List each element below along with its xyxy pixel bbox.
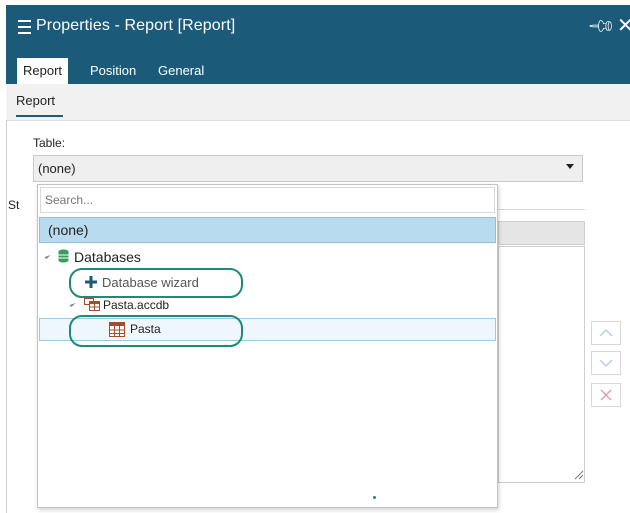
annotation-highlight-wizard bbox=[69, 268, 243, 298]
list-item-none-label: (none) bbox=[48, 222, 89, 238]
move-up-button[interactable] bbox=[591, 321, 621, 345]
subtab-bar: Report bbox=[6, 84, 630, 121]
list-item-none[interactable]: (none) bbox=[39, 217, 496, 243]
chevron-down-icon bbox=[599, 359, 613, 368]
tab-bar: Report Position General bbox=[6, 51, 630, 84]
tab-general[interactable]: General bbox=[158, 63, 204, 78]
delete-icon bbox=[600, 389, 612, 401]
list-header bbox=[498, 221, 585, 245]
tab-report[interactable]: Report bbox=[17, 58, 69, 84]
chevron-up-icon bbox=[599, 328, 613, 337]
panel-header: Properties - Report [Report] 📌︎ ✕ bbox=[6, 5, 630, 51]
chevron-down-icon bbox=[566, 164, 574, 169]
annotation-dot bbox=[373, 496, 376, 499]
table-select-value: (none) bbox=[38, 161, 76, 176]
table-select[interactable]: (none) bbox=[33, 155, 583, 182]
close-icon[interactable]: ✕ bbox=[617, 13, 630, 38]
annotation-highlight-pasta bbox=[69, 315, 243, 347]
database-icon bbox=[58, 249, 69, 263]
move-down-button[interactable] bbox=[591, 351, 621, 375]
resize-grip-icon[interactable] bbox=[572, 468, 584, 480]
menu-icon[interactable] bbox=[18, 20, 31, 34]
access-file-icon bbox=[84, 296, 100, 311]
field-list[interactable] bbox=[498, 246, 585, 483]
pin-icon[interactable]: 📌︎ bbox=[586, 11, 617, 42]
subtab-underline bbox=[16, 115, 63, 117]
pasta-accdb-node[interactable]: Pasta.accdb bbox=[103, 298, 169, 312]
table-label: Table: bbox=[33, 136, 66, 150]
panel-title: Properties - Report [Report] bbox=[36, 17, 236, 34]
subtab-report[interactable]: Report bbox=[16, 93, 55, 108]
tab-position[interactable]: Position bbox=[90, 63, 136, 78]
databases-node[interactable]: Databases bbox=[74, 249, 141, 265]
panel-left-border bbox=[6, 120, 7, 513]
search-input[interactable] bbox=[40, 187, 495, 213]
remove-button[interactable] bbox=[591, 383, 621, 407]
expand-arrow-icon[interactable] bbox=[69, 300, 76, 308]
expand-arrow-icon[interactable] bbox=[44, 252, 51, 260]
partial-label: St bbox=[8, 198, 20, 212]
section-divider bbox=[498, 209, 585, 210]
